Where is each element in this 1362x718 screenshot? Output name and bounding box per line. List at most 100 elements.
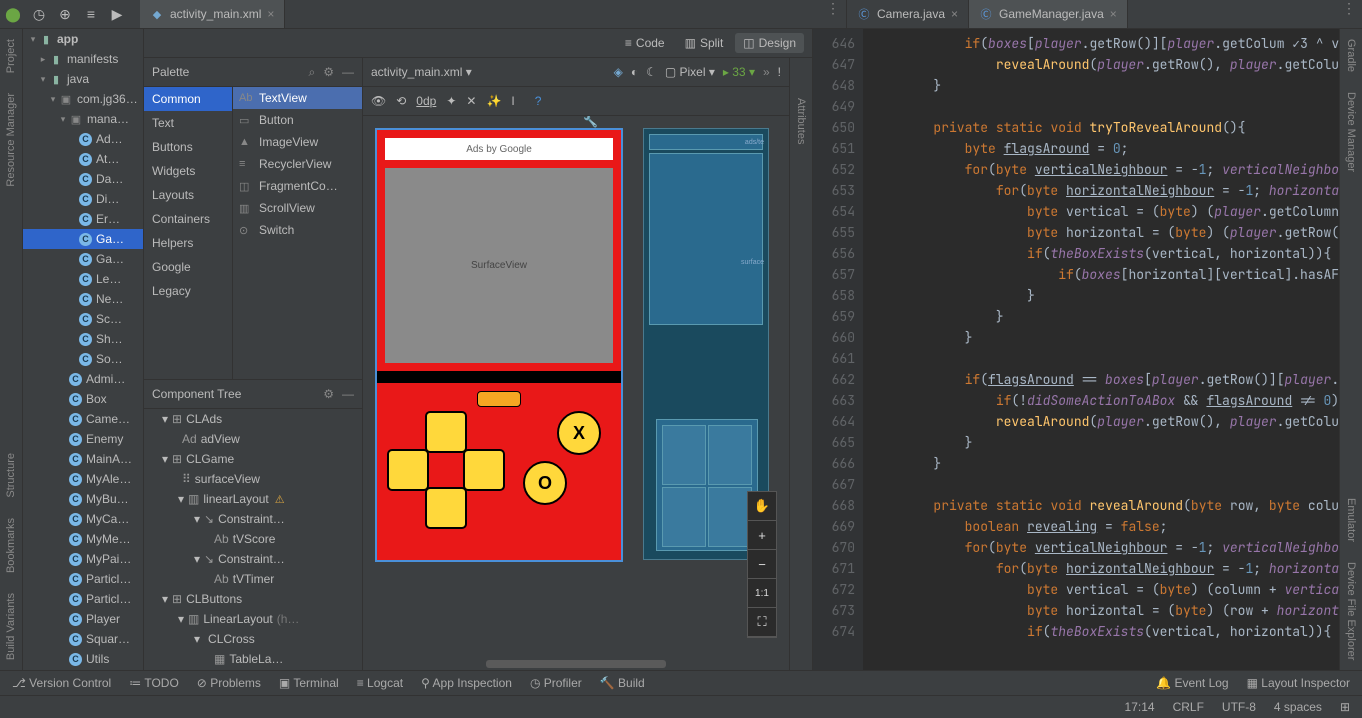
palette-component[interactable]: ⊙Switch (233, 219, 362, 241)
o-button[interactable]: O (523, 461, 567, 505)
device-selector[interactable]: ▢ Pixel ▾ (665, 65, 715, 79)
tab-gamemanager-java[interactable]: Ⓒ GameManager.java × (969, 0, 1128, 28)
status-event-log[interactable]: 🔔 Event Log (1156, 676, 1228, 690)
device-preview[interactable]: Ads by Google SurfaceView X O (375, 128, 623, 562)
gear-icon[interactable]: ⚙ (323, 387, 334, 401)
component-tree-item[interactable]: ▾▥LinearLayout(h… (144, 609, 362, 629)
autoconnect-icon[interactable]: ⟲ (396, 94, 406, 108)
close-icon[interactable]: × (267, 7, 274, 21)
status-app-inspection[interactable]: ⚲ App Inspection (421, 676, 512, 690)
component-tree-item[interactable]: ▾CLCross (144, 629, 362, 649)
tabs-more-icon[interactable]: ⋮ (820, 0, 846, 28)
project-tree-item[interactable]: CMyBu… (23, 489, 143, 509)
gear-icon[interactable]: ⚙ (323, 65, 334, 80)
tool-resource-manager[interactable]: Resource Manager (5, 93, 17, 187)
project-tree-item[interactable]: CGa… (23, 229, 143, 249)
component-tree-item[interactable]: ⠿surfaceView (144, 469, 362, 489)
component-tree-item[interactable]: AbtVTimer (144, 569, 362, 589)
attributes-label[interactable]: Attributes (795, 98, 807, 144)
palette-category[interactable]: Widgets (144, 159, 232, 183)
night-icon[interactable]: ☾ (646, 65, 657, 79)
project-tree-item[interactable]: CDa… (23, 169, 143, 189)
palette-category[interactable]: Layouts (144, 183, 232, 207)
palette-category[interactable]: Legacy (144, 279, 232, 303)
palette-component[interactable]: ◫FragmentCo… (233, 175, 362, 197)
project-tree-item[interactable]: CPlayer (23, 609, 143, 629)
component-tree-item[interactable]: ▦TableLa… (144, 649, 362, 669)
palette-category[interactable]: Buttons (144, 135, 232, 159)
project-tree-item[interactable]: CSo… (23, 349, 143, 369)
run-icon[interactable]: ▶ (106, 3, 128, 25)
project-tree-item[interactable]: ▾▣mana… (23, 109, 143, 129)
project-tree-item[interactable]: ▾▮java (23, 69, 143, 89)
tool-build-variants[interactable]: Build Variants (5, 593, 17, 660)
pan-icon[interactable]: ✋ (748, 492, 776, 521)
component-tree-item[interactable]: AbtVScore (144, 529, 362, 549)
status-line-sep[interactable]: CRLF (1173, 700, 1204, 714)
palette-component[interactable]: AbTextView (233, 87, 362, 109)
minimize-icon[interactable]: — (342, 65, 354, 80)
component-tree-item[interactable]: ▾↘Constraint… (144, 509, 362, 529)
tool-project[interactable]: Project (5, 39, 17, 73)
status-layout-inspector[interactable]: ▦ Layout Inspector (1247, 676, 1350, 690)
file-selector[interactable]: activity_main.xml ▾ (371, 65, 472, 79)
x-button[interactable]: X (557, 411, 601, 455)
clear-icon[interactable]: ✕ (466, 94, 476, 108)
close-icon[interactable]: × (1110, 7, 1117, 21)
surface-view[interactable]: SurfaceView (385, 168, 613, 363)
wrench-icon[interactable]: 🔧 (583, 116, 598, 128)
project-tree-item[interactable]: CMyMe… (23, 529, 143, 549)
project-tree-item[interactable]: ▾▣com.jg36… (23, 89, 143, 109)
palette-category[interactable]: Google (144, 255, 232, 279)
mode-design[interactable]: ◫Design (735, 33, 804, 53)
tool-bookmarks[interactable]: Bookmarks (5, 518, 17, 573)
status-indent[interactable]: 4 spaces (1274, 700, 1322, 714)
project-tree-item[interactable]: CDi… (23, 189, 143, 209)
project-tree-item[interactable]: CMyPai… (23, 549, 143, 569)
minimize-icon[interactable]: — (342, 387, 354, 401)
palette-category[interactable]: Text (144, 111, 232, 135)
project-tree-item[interactable]: CSc… (23, 309, 143, 329)
project-tree-item[interactable]: CNe… (23, 289, 143, 309)
project-tree-item[interactable]: CBox (23, 389, 143, 409)
component-tree-item[interactable]: ▾↘Constraint… (144, 549, 362, 569)
project-tree-item[interactable]: CAt… (23, 149, 143, 169)
status-profiler[interactable]: ◷ Profiler (530, 676, 582, 690)
component-tree-item[interactable]: ▾⊞CLButtons (144, 589, 362, 609)
tool-gradle[interactable]: Gradle (1345, 39, 1357, 72)
tabs-more-icon[interactable]: ⋮ (1336, 0, 1362, 28)
zoom-100[interactable]: 1:1 (748, 579, 776, 608)
project-tree-item[interactable]: CSquar… (23, 629, 143, 649)
project-tree-item[interactable]: CAd… (23, 129, 143, 149)
project-tree-item[interactable]: CMainA… (23, 449, 143, 469)
list-icon[interactable]: ≡ (80, 3, 102, 25)
component-tree-item[interactable]: ▾▥linearLayout⚠ (144, 489, 362, 509)
project-tree-item[interactable]: CEnemy (23, 429, 143, 449)
project-tree-item[interactable]: CAdmi… (23, 369, 143, 389)
tab-camera-java[interactable]: Ⓒ Camera.java × (847, 0, 969, 28)
status-widget-icon[interactable]: ⊞ (1340, 700, 1350, 714)
target-icon[interactable]: ⊕ (54, 3, 76, 25)
status-build[interactable]: 🔨 Build (600, 676, 645, 690)
project-tree-item[interactable]: ▸▮manifests (23, 49, 143, 69)
gutter[interactable]: 6466476486496506516526536546556566576586… (813, 29, 863, 670)
mode-code[interactable]: ≡Code (617, 33, 673, 53)
dpad-down[interactable] (425, 487, 467, 529)
project-tree-item[interactable]: CParticl… (23, 569, 143, 589)
project-tree-item[interactable]: CCame… (23, 409, 143, 429)
help-icon[interactable]: ? (535, 94, 542, 108)
dpad-right[interactable] (463, 449, 505, 491)
palette-component[interactable]: ▭Button (233, 109, 362, 131)
margins[interactable]: 0dp (416, 94, 436, 108)
project-tree-item[interactable]: CMyAle… (23, 469, 143, 489)
align-icon[interactable]: I (511, 94, 514, 108)
toolbar-icon[interactable]: ◷ (28, 3, 50, 25)
warnings-icon[interactable]: ! (778, 65, 781, 79)
android-icon[interactable]: ⬤ (2, 3, 24, 25)
component-tree-item[interactable]: ▾⊞CLGame (144, 449, 362, 469)
palette-component[interactable]: ▲ImageView (233, 131, 362, 153)
theme-icon[interactable]: ◐ (631, 65, 638, 79)
project-tree-item[interactable]: CEr… (23, 209, 143, 229)
search-icon[interactable]: ⌕ (309, 65, 316, 80)
project-tree-item[interactable]: ▾▮app (23, 29, 143, 49)
